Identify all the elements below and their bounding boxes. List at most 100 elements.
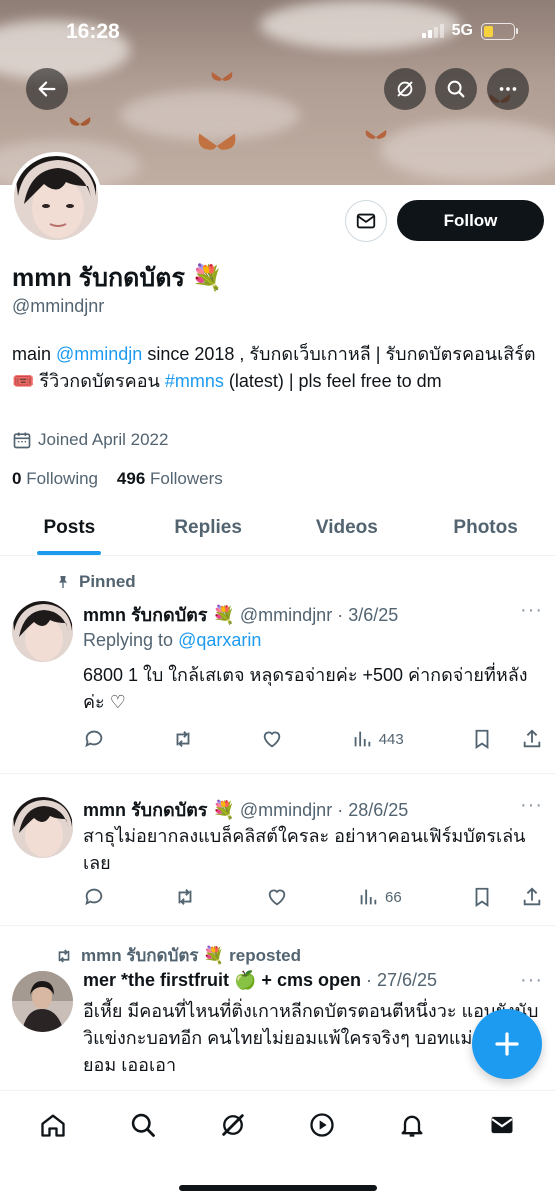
reply-button[interactable] [83, 728, 105, 750]
avatar-image [12, 797, 73, 858]
views-button[interactable]: 443 [351, 728, 404, 750]
more-icon [499, 87, 517, 91]
following-link[interactable]: 0 Following [12, 469, 98, 488]
joined-date: Joined April 2022 [12, 430, 168, 450]
butterfly-decoration [198, 133, 236, 150]
status-time: 16:28 [66, 20, 120, 43]
message-button[interactable] [345, 200, 387, 242]
bell-icon[interactable] [398, 1111, 426, 1139]
reply-context: Replying to @qarxarin [83, 630, 261, 651]
share-icon[interactable] [521, 728, 543, 750]
reply-icon [85, 888, 103, 906]
search-icon[interactable] [129, 1111, 157, 1139]
status-indicators: 5G [421, 22, 518, 40]
heart-icon [268, 889, 285, 906]
profile-tabs: Posts Replies Videos Photos [0, 500, 555, 556]
post-date[interactable]: · 28/6/25 [337, 800, 408, 820]
followers-link[interactable]: 496 Followers [117, 469, 223, 488]
grok-button[interactable] [384, 68, 426, 110]
signal-icon [421, 24, 444, 38]
profile-banner: 16:28 5G [0, 0, 555, 185]
profile-avatar[interactable] [10, 152, 102, 244]
pinned-label: Pinned [79, 572, 136, 591]
post-author-handle[interactable]: @mmindjnr [240, 800, 332, 820]
pin-icon [59, 576, 67, 588]
repost-icon [176, 731, 190, 747]
grok-icon[interactable] [219, 1111, 247, 1139]
home-icon[interactable] [39, 1111, 67, 1139]
messages-icon[interactable] [488, 1111, 516, 1139]
like-button[interactable] [266, 886, 288, 908]
post-item[interactable]: mmn รับกดบัตร 💐 reposted mer *the firstf… [0, 927, 555, 1090]
post-author-name[interactable]: mer *the firstfruit 🍏 + cms open [83, 970, 361, 990]
post-more-button[interactable]: ··· [520, 599, 543, 622]
tab-videos[interactable]: Videos [278, 500, 417, 555]
post-actions: 66 [83, 885, 543, 909]
calendar-icon [13, 432, 31, 449]
post-date[interactable]: · 27/6/25 [366, 970, 437, 990]
post-more-button[interactable]: ··· [520, 969, 543, 992]
post-text: 6800 1 ใบ ใกล้เสเตจ หลุดรอจ่ายค่ะ +500 ค… [83, 665, 528, 712]
reply-icon [85, 730, 103, 748]
tab-photos[interactable]: Photos [416, 500, 555, 555]
butterfly-decoration [69, 117, 91, 126]
post-more-button[interactable]: ··· [520, 794, 543, 817]
butterfly-decoration [365, 130, 387, 139]
profile-bio: main @mmindjn since 2018 , รับกดเว็บเกาห… [12, 341, 542, 395]
follow-stats: 0 Following 496 Followers [12, 469, 223, 489]
back-arrow-icon [38, 81, 56, 97]
tab-posts[interactable]: Posts [0, 500, 139, 555]
post-author-name[interactable]: mmn รับกดบัตร 💐 [83, 605, 235, 625]
bookmark-icon[interactable] [471, 886, 493, 908]
followers-label: Followers [150, 469, 223, 488]
post-header: mmn รับกดบัตร 💐 @mmindjnr · 3/6/25 [83, 600, 543, 629]
network-label: 5G [451, 22, 473, 39]
video-icon[interactable] [308, 1111, 336, 1139]
pinned-indicator: Pinned [55, 572, 136, 592]
like-button[interactable] [261, 728, 283, 750]
profile-name: mmn รับกดบัตร 💐 [12, 264, 223, 292]
views-button[interactable]: 66 [357, 886, 402, 908]
tab-replies[interactable]: Replies [139, 500, 278, 555]
search-button[interactable] [435, 68, 477, 110]
reply-to-link[interactable]: @qarxarin [178, 630, 261, 650]
plus-icon [495, 1032, 519, 1056]
profile-handle: @mmindjnr [12, 296, 105, 316]
bio-text: (latest) | pls feel free to dm [223, 371, 442, 391]
more-options-button[interactable] [487, 68, 529, 110]
bio-hashtag-link[interactable]: #mmns [165, 371, 224, 391]
repost-button[interactable] [172, 728, 194, 750]
post-author-handle[interactable]: @mmindjnr [240, 605, 332, 625]
compose-button[interactable] [472, 1009, 542, 1079]
views-count: 66 [384, 888, 402, 906]
repost-icon [58, 948, 70, 963]
back-button[interactable] [26, 68, 68, 110]
post-avatar[interactable] [12, 601, 73, 662]
battery-icon [481, 22, 518, 40]
post-author-name[interactable]: mmn รับกดบัตร 💐 [83, 800, 235, 820]
post-item[interactable]: Pinned mmn รับกดบัตร 💐 @mmindjnr · 3/6/2… [0, 557, 555, 774]
bio-mention-link[interactable]: @mmindjn [56, 344, 142, 364]
repost-button[interactable] [174, 886, 196, 908]
post-date[interactable]: · 3/6/25 [337, 605, 398, 625]
followers-count: 496 [116, 469, 146, 488]
post-header: mmn รับกดบัตร 💐 @mmindjnr · 28/6/25 [83, 795, 543, 824]
following-count: 0 [12, 469, 22, 488]
joined-label: Joined April 2022 [38, 430, 169, 449]
follow-button[interactable]: Follow [397, 200, 544, 241]
home-indicator [179, 1185, 377, 1191]
post-text: สาธุไม่อยากลงแบล็คลิสต์ใครละ อย่าหาคอนเฟ… [83, 826, 526, 873]
avatar-image [14, 156, 98, 240]
reply-button[interactable] [83, 886, 105, 908]
post-item[interactable]: mmn รับกดบัตร 💐 @mmindjnr · 28/6/25 ··· … [0, 775, 555, 926]
butterfly-decoration [211, 72, 233, 81]
share-icon[interactable] [521, 886, 543, 908]
bookmark-icon[interactable] [471, 728, 493, 750]
views-count: 443 [378, 730, 404, 748]
grok-icon [397, 81, 413, 97]
avatar-image [12, 971, 73, 1032]
mail-icon [356, 213, 376, 229]
repost-label: mmn รับกดบัตร 💐 reposted [81, 946, 301, 965]
post-avatar[interactable] [12, 971, 73, 1032]
post-avatar[interactable] [12, 797, 73, 858]
